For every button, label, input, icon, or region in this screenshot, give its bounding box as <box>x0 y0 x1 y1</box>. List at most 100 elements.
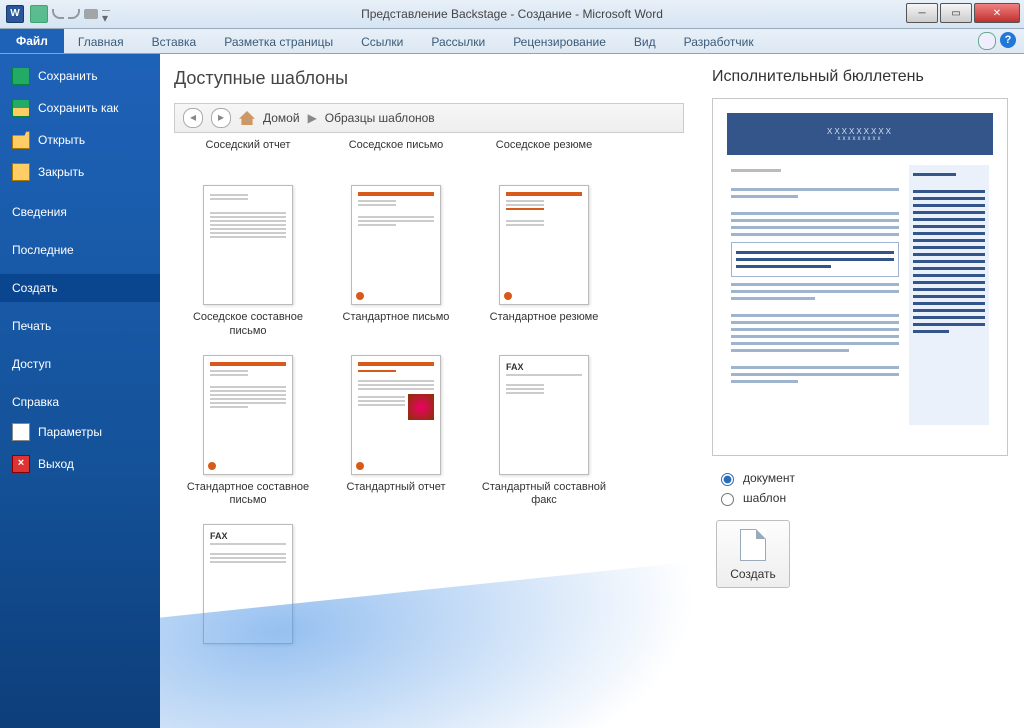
sidebar-item-help[interactable]: Справка <box>0 388 160 416</box>
templates-heading: Доступные шаблоны <box>174 68 684 89</box>
sidebar-item-label: Закрыть <box>38 165 84 179</box>
sidebar-item-close[interactable]: Закрыть <box>0 156 160 188</box>
sidebar-item-print[interactable]: Печать <box>0 312 160 340</box>
window-title: Представление Backstage - Создание - Mic… <box>361 7 663 21</box>
template-item[interactable]: Соседское письмо <box>322 139 470 169</box>
create-button-label: Создать <box>717 567 789 581</box>
template-item[interactable]: Стандартное резюме <box>470 185 618 339</box>
save-icon <box>12 67 30 85</box>
qat-save-icon[interactable] <box>30 5 48 23</box>
template-item[interactable]: FAX <box>174 524 322 650</box>
radio-document[interactable]: документ <box>716 470 1008 486</box>
radio-label: шаблон <box>743 491 786 505</box>
sidebar-item-label: Параметры <box>38 425 102 439</box>
sidebar-item-label: Открыть <box>38 133 85 147</box>
sidebar-item-exit[interactable]: × Выход <box>0 448 160 480</box>
window-close-button[interactable]: ✕ <box>974 3 1020 23</box>
breadcrumb-home[interactable]: Домой <box>263 111 300 125</box>
tab-page-layout[interactable]: Разметка страницы <box>210 31 347 53</box>
sidebar-item-label: Справка <box>12 395 59 409</box>
sidebar-item-label: Сохранить <box>38 69 98 83</box>
tab-view[interactable]: Вид <box>620 31 670 53</box>
preview-title: Исполнительный бюллетень <box>712 68 1008 86</box>
template-item[interactable]: Соседское резюме <box>470 139 618 169</box>
saveas-icon <box>12 99 30 117</box>
sidebar-item-label: Печать <box>12 319 51 333</box>
create-button[interactable]: Создать <box>716 520 790 588</box>
tab-insert[interactable]: Вставка <box>138 31 211 53</box>
preview-header: XXXXXXXXX xxxxxxxxx <box>727 113 993 155</box>
create-type-radios: документ шаблон <box>716 470 1008 506</box>
template-label: Стандартное письмо <box>322 311 470 325</box>
template-label: Стандартное резюме <box>470 311 618 325</box>
nav-forward-button[interactable]: ▸ <box>211 108 231 128</box>
window-minimize-button[interactable]: ─ <box>906 3 938 23</box>
tab-file[interactable]: Файл <box>0 29 64 53</box>
templates-panel: Доступные шаблоны ◂ ▸ Домой ▶ Образцы ша… <box>160 54 698 728</box>
sidebar-item-share[interactable]: Доступ <box>0 350 160 378</box>
sidebar-item-label: Создать <box>12 281 58 295</box>
tab-developer[interactable]: Разработчик <box>670 31 768 53</box>
template-item[interactable]: FAX Стандартный составной факс <box>470 355 618 509</box>
template-item[interactable]: Соседский отчет <box>174 139 322 169</box>
preview-frame: XXXXXXXXX xxxxxxxxx <box>712 98 1008 456</box>
sidebar-item-label: Сведения <box>12 205 67 219</box>
breadcrumb-current[interactable]: Образцы шаблонов <box>325 111 435 125</box>
sidebar-item-label: Доступ <box>12 357 51 371</box>
sidebar-item-label: Последние <box>12 243 74 257</box>
tab-references[interactable]: Ссылки <box>347 31 417 53</box>
template-label: Соседское резюме <box>470 139 618 153</box>
template-item[interactable]: Стандартный отчет <box>322 355 470 509</box>
backstage-sidebar: Сохранить Сохранить как Открыть Закрыть … <box>0 54 160 728</box>
template-item[interactable]: Соседское составное письмо <box>174 185 322 339</box>
sidebar-item-open[interactable]: Открыть <box>0 124 160 156</box>
window-maximize-button[interactable]: ▭ <box>940 3 972 23</box>
sidebar-item-recent[interactable]: Последние <box>0 236 160 264</box>
options-icon <box>12 423 30 441</box>
chevron-right-icon: ▶ <box>308 111 317 125</box>
sidebar-item-new[interactable]: Создать <box>0 274 160 302</box>
template-label: Стандартный составной факс <box>470 481 618 509</box>
preview-document: XXXXXXXXX xxxxxxxxx <box>721 107 999 447</box>
qat-redo-icon[interactable] <box>68 9 80 19</box>
template-label: Стандартный отчет <box>322 481 470 495</box>
qat-undo-icon[interactable] <box>52 9 64 19</box>
template-thumbnail <box>351 355 441 475</box>
app-word-icon: W <box>6 5 24 23</box>
sidebar-item-options[interactable]: Параметры <box>0 416 160 448</box>
open-icon <box>12 131 30 149</box>
home-icon[interactable] <box>239 111 255 125</box>
radio-template[interactable]: шаблон <box>716 490 1008 506</box>
help-icon[interactable]: ? <box>1000 32 1016 48</box>
template-thumbnail <box>203 355 293 475</box>
tab-home[interactable]: Главная <box>64 31 138 53</box>
tab-mailings[interactable]: Рассылки <box>417 31 499 53</box>
qat-customize-icon[interactable]: ▾ <box>102 10 110 19</box>
sidebar-item-info[interactable]: Сведения <box>0 198 160 226</box>
exit-icon: × <box>12 455 30 473</box>
template-thumbnail <box>351 185 441 305</box>
template-thumbnail <box>203 185 293 305</box>
templates-grid[interactable]: Соседский отчет Соседское письмо Соседск… <box>174 139 684 699</box>
template-label: Соседское составное письмо <box>174 311 322 339</box>
title-bar: W ▾ Представление Backstage - Создание -… <box>0 0 1024 29</box>
nav-back-button[interactable]: ◂ <box>183 108 203 128</box>
template-label: Соседское письмо <box>322 139 470 153</box>
radio-label: документ <box>743 471 795 485</box>
sidebar-item-label: Выход <box>38 457 74 471</box>
sidebar-item-save[interactable]: Сохранить <box>0 60 160 92</box>
tab-review[interactable]: Рецензирование <box>499 31 620 53</box>
ribbon-tab-bar: Файл Главная Вставка Разметка страницы С… <box>0 29 1024 54</box>
ribbon-minimize-icon[interactable] <box>978 32 996 50</box>
qat-print-icon[interactable] <box>84 9 98 19</box>
quick-access-toolbar: ▾ <box>30 5 110 23</box>
template-label: Соседский отчет <box>174 139 322 153</box>
page-icon <box>740 529 766 561</box>
sidebar-item-saveas[interactable]: Сохранить как <box>0 92 160 124</box>
template-item[interactable]: Стандартное письмо <box>322 185 470 339</box>
template-label: Стандартное составное письмо <box>174 481 322 509</box>
sidebar-item-label: Сохранить как <box>38 101 118 115</box>
template-thumbnail <box>499 185 589 305</box>
template-item[interactable]: Стандартное составное письмо <box>174 355 322 509</box>
preview-panel: Исполнительный бюллетень XXXXXXXXX xxxxx… <box>698 54 1024 728</box>
